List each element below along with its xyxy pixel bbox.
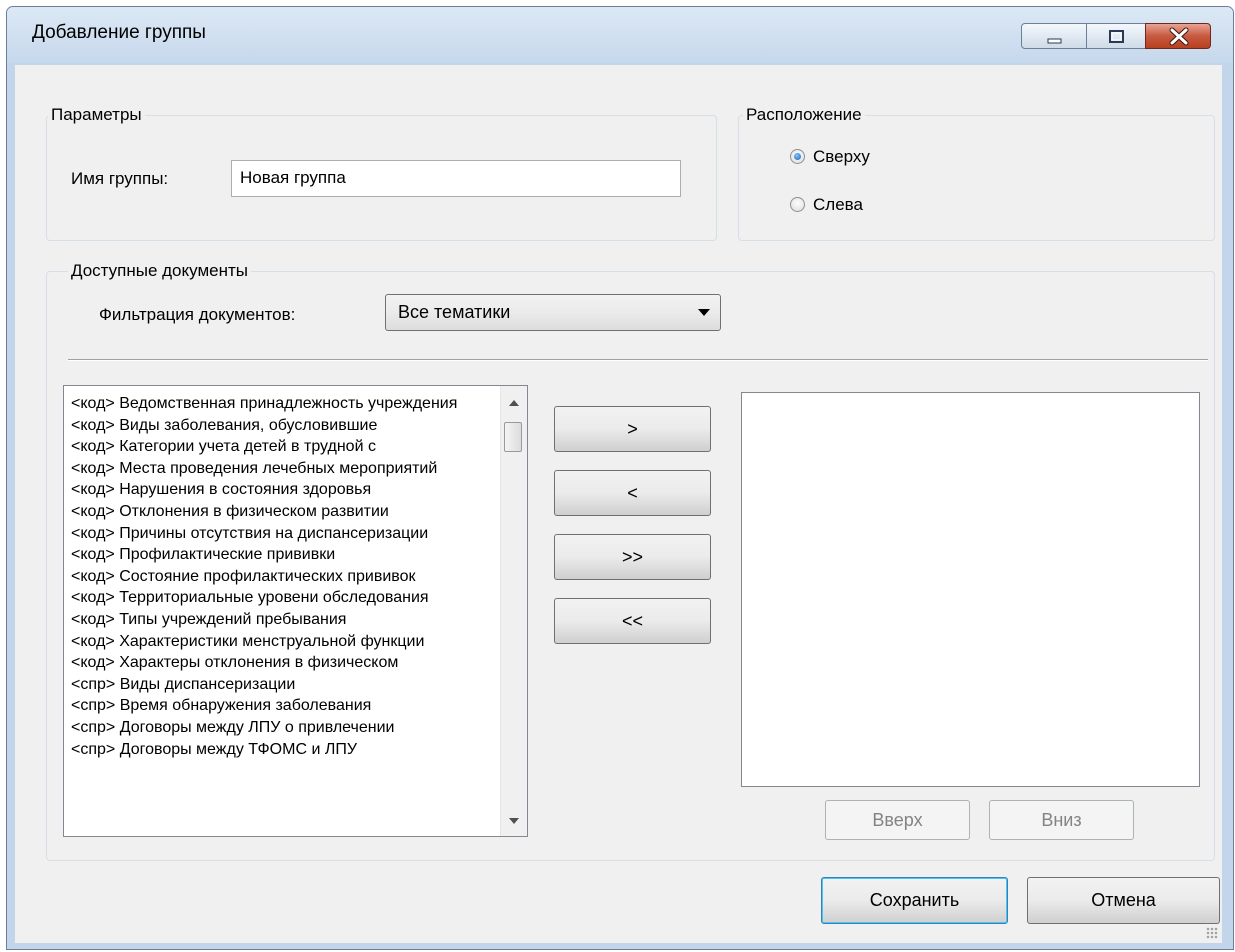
move-all-right-button[interactable]: >>: [554, 534, 711, 580]
resize-grip-icon[interactable]: [1206, 927, 1218, 939]
scroll-up-icon[interactable]: [509, 400, 519, 406]
dialog-window: Добавление группы Параметры Имя группы: …: [6, 6, 1234, 950]
list-item[interactable]: <спр> Виды диспансеризации: [71, 675, 488, 695]
move-all-left-button[interactable]: <<: [554, 598, 711, 644]
chevron-down-icon: [698, 309, 710, 316]
window-title: Добавление группы: [32, 22, 206, 43]
documents-legend: Доступные документы: [68, 261, 251, 281]
close-button[interactable]: [1145, 23, 1211, 49]
radio-left-label[interactable]: Слева: [813, 195, 863, 215]
move-selected-right-button[interactable]: >: [554, 406, 711, 452]
move-selected-left-button[interactable]: <: [554, 470, 711, 516]
maximize-icon: [1109, 30, 1124, 43]
list-item[interactable]: <код> Характеры отклонения в физическом: [71, 653, 488, 673]
list-item[interactable]: <спр> Договоры между ЛПУ о привлечении: [71, 718, 488, 738]
minimize-button[interactable]: [1021, 23, 1087, 49]
list-item[interactable]: <код> Категории учета детей в трудной с: [71, 437, 488, 457]
minimize-icon: [1047, 38, 1062, 44]
radio-top-label[interactable]: Сверху: [813, 147, 870, 167]
selected-documents-list[interactable]: [741, 392, 1200, 787]
group-name-input[interactable]: Новая группа: [231, 160, 681, 197]
cancel-button[interactable]: Отмена: [1027, 877, 1220, 924]
filter-select[interactable]: Все тематики: [385, 294, 721, 331]
filter-label: Фильтрация документов:: [99, 305, 296, 324]
list-item[interactable]: <спр> Договоры между ТФОМС и ЛПУ: [71, 740, 488, 760]
filter-select-value: Все тематики: [398, 302, 511, 322]
params-legend: Параметры: [48, 105, 145, 125]
list-scrollbar[interactable]: [500, 386, 527, 836]
position-legend: Расположение: [743, 105, 865, 125]
move-down-button[interactable]: Вниз: [989, 800, 1134, 840]
list-item[interactable]: <код> Виды заболевания, обусловившие: [71, 416, 488, 436]
list-item[interactable]: <код> Причины отсутствия на диспансериза…: [71, 524, 488, 544]
close-icon: [1169, 27, 1189, 46]
list-item[interactable]: <код> Состояние профилактических прививо…: [71, 567, 488, 587]
list-item[interactable]: <код> Отклонения в физическом развитии: [71, 502, 488, 522]
radio-top[interactable]: [790, 149, 805, 164]
list-item[interactable]: <код> Места проведения лечебных мероприя…: [71, 459, 488, 479]
title-bar[interactable]: Добавление группы: [7, 7, 1233, 63]
save-button[interactable]: Сохранить: [821, 877, 1008, 924]
radio-left[interactable]: [790, 197, 805, 212]
list-item[interactable]: <код> Типы учреждений пребывания: [71, 610, 488, 630]
available-documents-list[interactable]: <код> Ведомственная принадлежность учреж…: [63, 385, 528, 837]
scroll-thumb[interactable]: [504, 422, 522, 452]
list-item[interactable]: <код> Характеристики менструальной функц…: [71, 632, 488, 652]
move-up-button[interactable]: Вверх: [825, 800, 970, 840]
list-item[interactable]: <код> Ведомственная принадлежность учреж…: [71, 394, 488, 414]
list-item[interactable]: <код> Нарушения в состояния здоровья: [71, 480, 488, 500]
maximize-button[interactable]: [1086, 23, 1146, 49]
position-group: [738, 115, 1215, 241]
separator: [68, 359, 1208, 361]
dialog-body: Параметры Имя группы: Новая группа Распо…: [15, 65, 1222, 943]
list-item[interactable]: <спр> Время обнаружения заболевания: [71, 696, 488, 716]
scroll-down-icon[interactable]: [509, 818, 519, 824]
list-item[interactable]: <код> Профилактические прививки: [71, 545, 488, 565]
list-item[interactable]: <код> Территориальные уровени обследован…: [71, 588, 488, 608]
group-name-label: Имя группы:: [71, 169, 169, 188]
